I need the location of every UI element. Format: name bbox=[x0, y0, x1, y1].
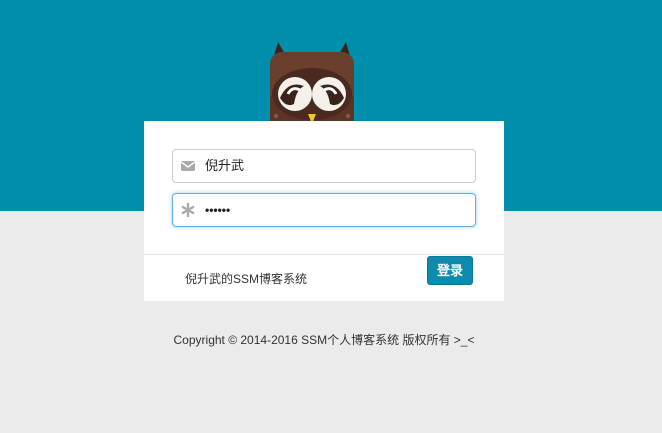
envelope-icon bbox=[181, 161, 195, 171]
copyright-footer: Copyright © 2014-2016 SSM个人博客系统 版权所有 >_< bbox=[173, 333, 475, 347]
password-field[interactable]: •••••• bbox=[172, 193, 476, 227]
login-button[interactable]: 登录 bbox=[427, 256, 473, 285]
owl-mascot-icon bbox=[270, 42, 354, 126]
form-divider bbox=[144, 254, 504, 255]
asterisk-icon bbox=[181, 203, 195, 217]
login-panel: 倪升武 •••••• 倪升武的SSM博客系统 登录 bbox=[144, 121, 504, 301]
username-value: 倪升武 bbox=[205, 158, 245, 173]
system-name-label: 倪升武的SSM博客系统 bbox=[185, 272, 308, 286]
username-field[interactable]: 倪升武 bbox=[172, 149, 476, 183]
password-value: •••••• bbox=[205, 203, 231, 217]
